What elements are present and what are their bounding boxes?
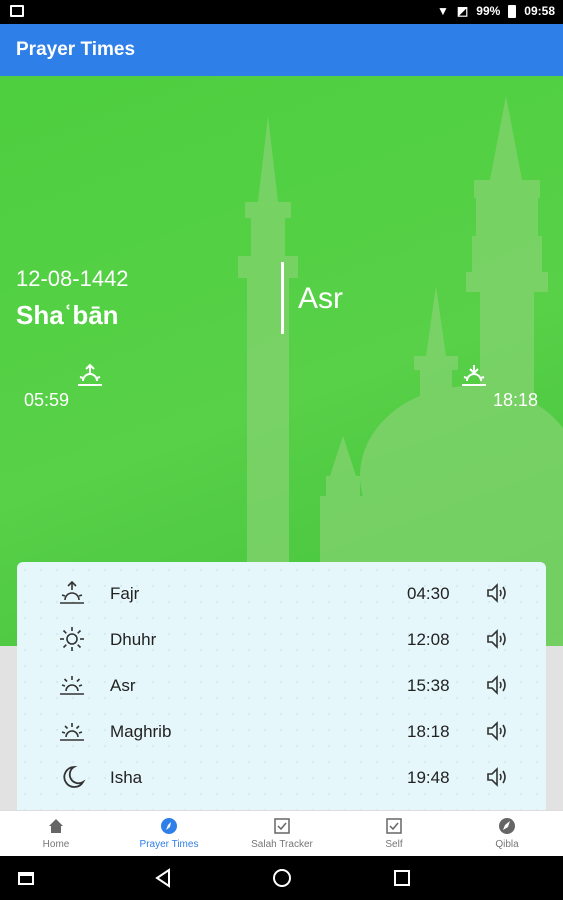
sunset-time: 18:18 <box>493 390 539 410</box>
hijri-date: 12-08-1442 <box>16 266 129 291</box>
wifi-icon: ▼ <box>437 4 449 18</box>
speaker-icon[interactable] <box>485 674 509 696</box>
prayer-name: Asr <box>110 676 136 695</box>
bottom-navigation: Home Prayer Times Salah Tracker Self Qib… <box>0 810 563 856</box>
battery-icon <box>508 4 517 18</box>
prayer-row-isha[interactable]: Isha 19:48 <box>17 754 546 800</box>
status-bar: ▼ ◩ 99% 09:58 <box>0 0 563 24</box>
mosque-illustration <box>238 96 563 646</box>
overview-icon[interactable] <box>393 869 411 887</box>
prayer-time: 19:48 <box>407 768 450 787</box>
speaker-icon[interactable] <box>485 582 509 604</box>
app-bar: Prayer Times <box>0 24 563 76</box>
speaker-icon[interactable] <box>485 628 509 650</box>
nav-label: Prayer Times <box>139 839 199 850</box>
divider <box>281 262 284 334</box>
prayer-time: 12:08 <box>407 630 450 649</box>
nav-home[interactable]: Home <box>0 811 112 857</box>
nav-label: Self <box>385 839 403 850</box>
nav-salah-tracker[interactable]: Salah Tracker <box>226 811 338 857</box>
compass-icon <box>499 818 515 834</box>
prayer-times-card: Fajr 04:30 Dhuhr 12:08 Asr 15:38 Maghrib… <box>17 562 546 810</box>
current-prayer: Asr <box>298 282 343 315</box>
afternoon-sun-icon <box>60 676 84 695</box>
recents-app-icon[interactable] <box>18 870 34 886</box>
checkbox-icon <box>274 818 290 834</box>
prayer-time: 18:18 <box>407 722 450 741</box>
page-title: Prayer Times <box>16 39 136 60</box>
prayer-name: Dhuhr <box>110 630 157 649</box>
signal-icon: ◩ <box>456 4 469 18</box>
compass-icon <box>161 818 177 834</box>
prayer-row-dhuhr[interactable]: Dhuhr 12:08 <box>17 616 546 662</box>
hijri-month: Shaʿbān <box>16 300 119 330</box>
prayer-name: Fajr <box>110 584 140 603</box>
sunrise-icon <box>78 363 102 386</box>
sunrise-time: 05:59 <box>24 390 70 410</box>
sunset-icon <box>60 723 84 741</box>
sun-icon <box>60 627 84 651</box>
prayer-time: 04:30 <box>407 584 450 603</box>
prayer-name: Isha <box>110 768 143 787</box>
prayer-time: 15:38 <box>407 676 450 695</box>
nav-label: Salah Tracker <box>251 839 313 850</box>
speaker-icon[interactable] <box>485 720 509 742</box>
battery-percent: 99% <box>476 4 501 18</box>
hero-banner: 12-08-1442 Shaʿbān Asr 05:59 18:18 <box>0 76 563 646</box>
nav-label: Home <box>42 839 70 850</box>
prayer-row-fajr[interactable]: Fajr 04:30 <box>17 570 546 616</box>
nav-self[interactable]: Self <box>338 811 450 857</box>
checkbox-icon <box>386 818 402 834</box>
prayer-name: Maghrib <box>110 722 172 741</box>
home-button-icon[interactable] <box>272 868 292 888</box>
clock: 09:58 <box>524 4 555 18</box>
nav-qibla[interactable]: Qibla <box>451 811 563 857</box>
sunrise-icon <box>60 580 84 604</box>
nav-label: Qibla <box>495 839 519 850</box>
moon-icon <box>63 765 86 788</box>
nav-prayer-times[interactable]: Prayer Times <box>113 811 225 857</box>
prayer-row-maghrib[interactable]: Maghrib 18:18 <box>17 708 546 754</box>
back-icon[interactable] <box>154 868 172 888</box>
screen-icon <box>10 5 24 17</box>
prayer-row-asr[interactable]: Asr 15:38 <box>17 662 546 708</box>
home-icon <box>49 819 63 833</box>
speaker-icon[interactable] <box>485 766 509 788</box>
system-navigation-bar <box>0 856 563 900</box>
sunset-icon <box>462 365 486 386</box>
